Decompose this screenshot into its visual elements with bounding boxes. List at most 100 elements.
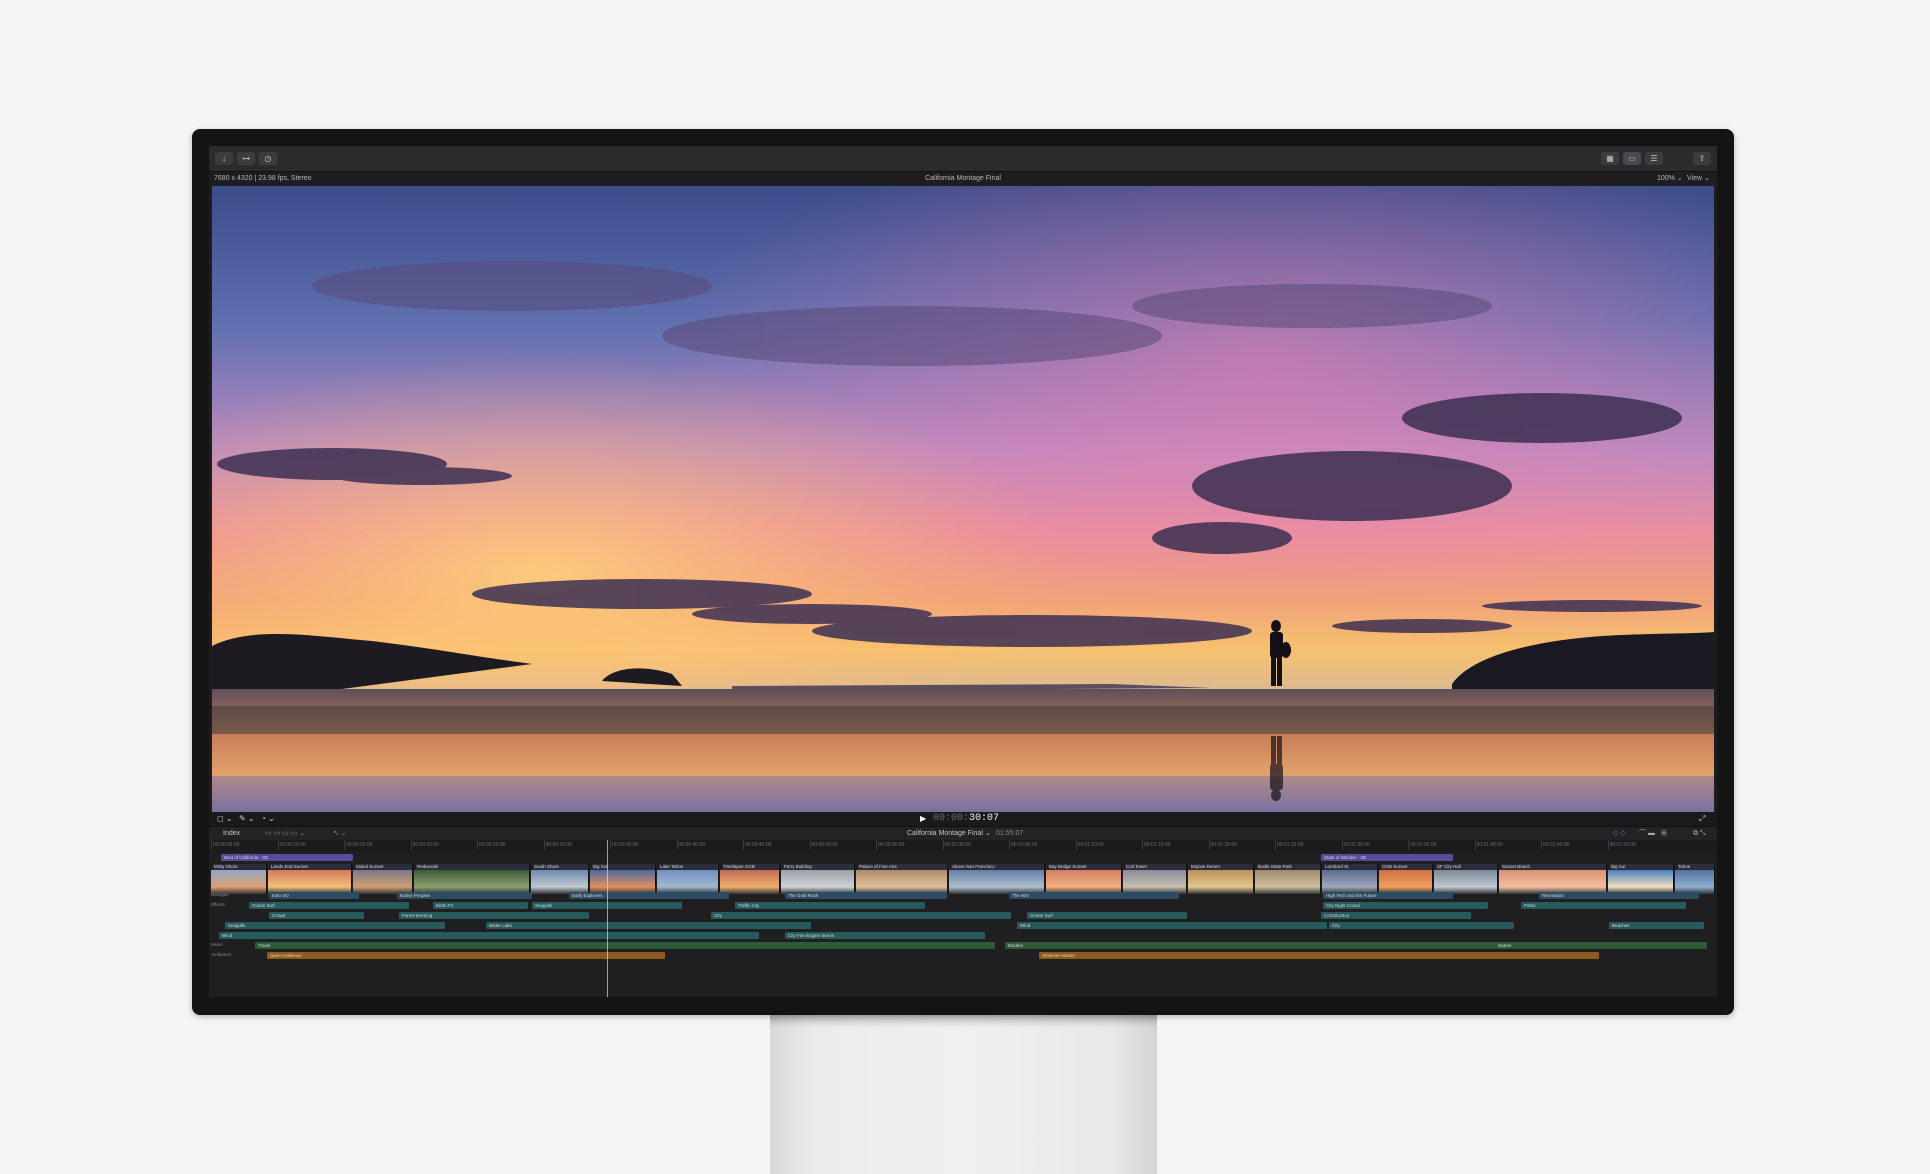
ruler-tick: 00:01:45:00	[1540, 840, 1570, 850]
browser-view-icon[interactable]: ▦	[1601, 152, 1619, 165]
enhance-icon[interactable]: ✎ ⌄	[239, 812, 255, 826]
dialogue-clip[interactable]: Early Explorers	[569, 892, 729, 899]
inspector-icon[interactable]: ☰	[1645, 152, 1663, 165]
role-label: Dialogue	[211, 892, 229, 897]
ruler-tick: 00:01:35:00	[1407, 840, 1437, 850]
effect-clip[interactable]: City Fire Engine Sirens	[785, 932, 985, 939]
clip-thumbnail	[720, 870, 779, 894]
view-menu[interactable]: View ⌄	[1687, 172, 1710, 186]
effect-clip[interactable]: Seagulls	[225, 922, 445, 929]
timeline-view-icon[interactable]: ▭	[1623, 152, 1641, 165]
effect-clip[interactable]: Ocean Surf	[249, 902, 409, 909]
video-clip[interactable]: SF City Hall	[1434, 864, 1498, 894]
effect-clip[interactable]: Ocean Surf	[1027, 912, 1187, 919]
background-tasks-icon[interactable]: ◷	[259, 152, 277, 165]
video-clip[interactable]: Timelapse GGB	[720, 864, 780, 894]
snapping-icon[interactable]: ⊞	[1661, 827, 1667, 840]
music-clip[interactable]: Modern	[1005, 942, 1525, 949]
stand-shadow	[770, 1014, 1157, 1028]
solo-icon[interactable]: ⌒ ▬	[1639, 827, 1655, 840]
video-clip[interactable]: Lands End Sunset	[268, 864, 352, 894]
timecode-display[interactable]: 00:00:30:07	[933, 812, 999, 826]
video-clip[interactable]: South Shore	[531, 864, 589, 894]
fullscreen-icon[interactable]: ⤢	[1699, 812, 1705, 826]
ruler-tick: 00:00:10:00	[277, 840, 306, 850]
effect-clip[interactable]: Crowd	[269, 912, 364, 919]
playhead[interactable]	[607, 840, 608, 997]
effect-clip[interactable]: Construction	[1321, 912, 1471, 919]
effect-clip[interactable]: Wind	[219, 932, 759, 939]
video-clip[interactable]: GGB Sunset	[1379, 864, 1433, 894]
dialogue-clip[interactable]: The Gold Rush	[785, 892, 947, 899]
dialogue-clip[interactable]: Native Peoples	[397, 892, 532, 899]
toolbar: ↓ ⊶ ◷ ▦ ▭ ☰ ⇪	[209, 146, 1717, 172]
dialogue-clip[interactable]: Intro VO	[269, 892, 359, 899]
effect-clip[interactable]: City Night Crowd	[1323, 902, 1488, 909]
clip-appearance-icon[interactable]: ⧉ ⤡	[1693, 827, 1706, 840]
sunset-beach-image	[212, 186, 1714, 812]
clip-thumbnail	[856, 870, 947, 894]
title-clip[interactable]: State of Wonder - 3D	[1321, 854, 1453, 861]
video-clip[interactable]: Ferry Building	[781, 864, 855, 894]
dialogue-clip[interactable]: Recreation	[1539, 892, 1699, 899]
index-button[interactable]: Index	[223, 827, 240, 840]
ruler-tick: 00:00:20:00	[410, 840, 439, 850]
clip-thumbnail	[1123, 870, 1186, 894]
video-clip[interactable]: Coit Tower	[1123, 864, 1187, 894]
ambience-clip[interactable]: Quiet Ambience	[267, 952, 665, 959]
music-clip[interactable]: Nature	[1495, 942, 1707, 949]
ruler-tick: 00:00:55:00	[875, 840, 905, 850]
video-clip[interactable]: Island Sunset	[353, 864, 413, 894]
timeline-header: Index ▭ ▭ ▭ ▭ ⌄ ↖ ⌄ California Montage F…	[209, 826, 1717, 840]
ruler-tick: 00:01:50:00	[1607, 840, 1636, 850]
video-clip[interactable]: Misty Shore	[211, 864, 267, 894]
video-clip[interactable]: Big Sur	[1608, 864, 1674, 894]
music-clip[interactable]: Travel	[255, 942, 995, 949]
play-button[interactable]: ▶	[920, 812, 926, 826]
video-clip[interactable]: Redwoods	[414, 864, 530, 894]
timeline-ruler[interactable]: 00:00:05:00 00:00:10:00 00:00:15:00 00:00:2…	[209, 840, 1717, 852]
effect-clip[interactable]: Wind	[1017, 922, 1327, 929]
dialogue-clip[interactable]: The 60's	[1009, 892, 1179, 899]
video-clip[interactable]: Lombard St.	[1322, 864, 1378, 894]
video-clip[interactable]: Lake Tahoe	[657, 864, 719, 894]
effect-clip[interactable]: City	[711, 912, 1011, 919]
ruler-tick: 00:00:50:00	[809, 840, 838, 850]
project-name-menu[interactable]: California Montage Final ⌄	[907, 827, 991, 840]
edit-mode-icons[interactable]: ▭ ▭ ▭ ▭ ⌄	[265, 827, 305, 840]
zoom-level-menu[interactable]: 100% ⌄	[1657, 172, 1683, 186]
speed-icon[interactable]: ◔ ⌄	[261, 812, 275, 826]
clip-thumbnail	[1675, 870, 1714, 894]
title-clip[interactable]: Best of California - 3D	[221, 854, 353, 861]
video-clip[interactable]: Bay Bridge Sunset	[1046, 864, 1122, 894]
audio-skimming-icon[interactable]: ◇ ◇	[1613, 827, 1626, 840]
clip-thumbnail	[590, 870, 655, 894]
video-clip[interactable]: Above San Francisco	[949, 864, 1045, 894]
video-clip[interactable]: Big Sur	[590, 864, 656, 894]
ambience-clip[interactable]: Shimmer Motion	[1039, 952, 1599, 959]
dialogue-clip[interactable]: High Tech and the Future	[1323, 892, 1453, 899]
select-tool-icon[interactable]: ↖ ⌄	[333, 827, 347, 840]
ruler-tick: 00:01:10:00	[1075, 840, 1104, 850]
ruler-tick: 00:01:15:00	[1141, 840, 1171, 850]
import-icon[interactable]: ↓	[215, 152, 233, 165]
video-clip[interactable]: Palace of Fine Arts	[856, 864, 948, 894]
share-icon[interactable]: ⇪	[1693, 152, 1711, 165]
timeline-tracks[interactable]: Best of California - 3D State of Wonder -…	[209, 852, 1717, 997]
clip-thumbnail	[1434, 870, 1497, 894]
effect-clip[interactable]: Beaches	[1609, 922, 1704, 929]
effect-clip[interactable]: Parks	[1521, 902, 1686, 909]
video-clip[interactable]: Sunset Beach	[1499, 864, 1607, 894]
clip-thumbnail	[1608, 870, 1673, 894]
effect-clip[interactable]: Birds FX	[433, 902, 528, 909]
effect-clip[interactable]: Traffic City	[735, 902, 925, 909]
crop-icon[interactable]: ◻ ⌄	[217, 812, 233, 826]
effect-clip[interactable]: Water Lake	[486, 922, 811, 929]
video-clip[interactable]: Bodie State Park	[1255, 864, 1321, 894]
effect-clip[interactable]: City	[1329, 922, 1514, 929]
effect-clip[interactable]: Forest Evening	[399, 912, 589, 919]
video-clip[interactable]: Mojave Desert	[1188, 864, 1254, 894]
viewer-canvas[interactable]	[212, 186, 1714, 812]
video-clip[interactable]: Tahoe	[1675, 864, 1715, 894]
keywords-icon[interactable]: ⊶	[237, 152, 255, 165]
